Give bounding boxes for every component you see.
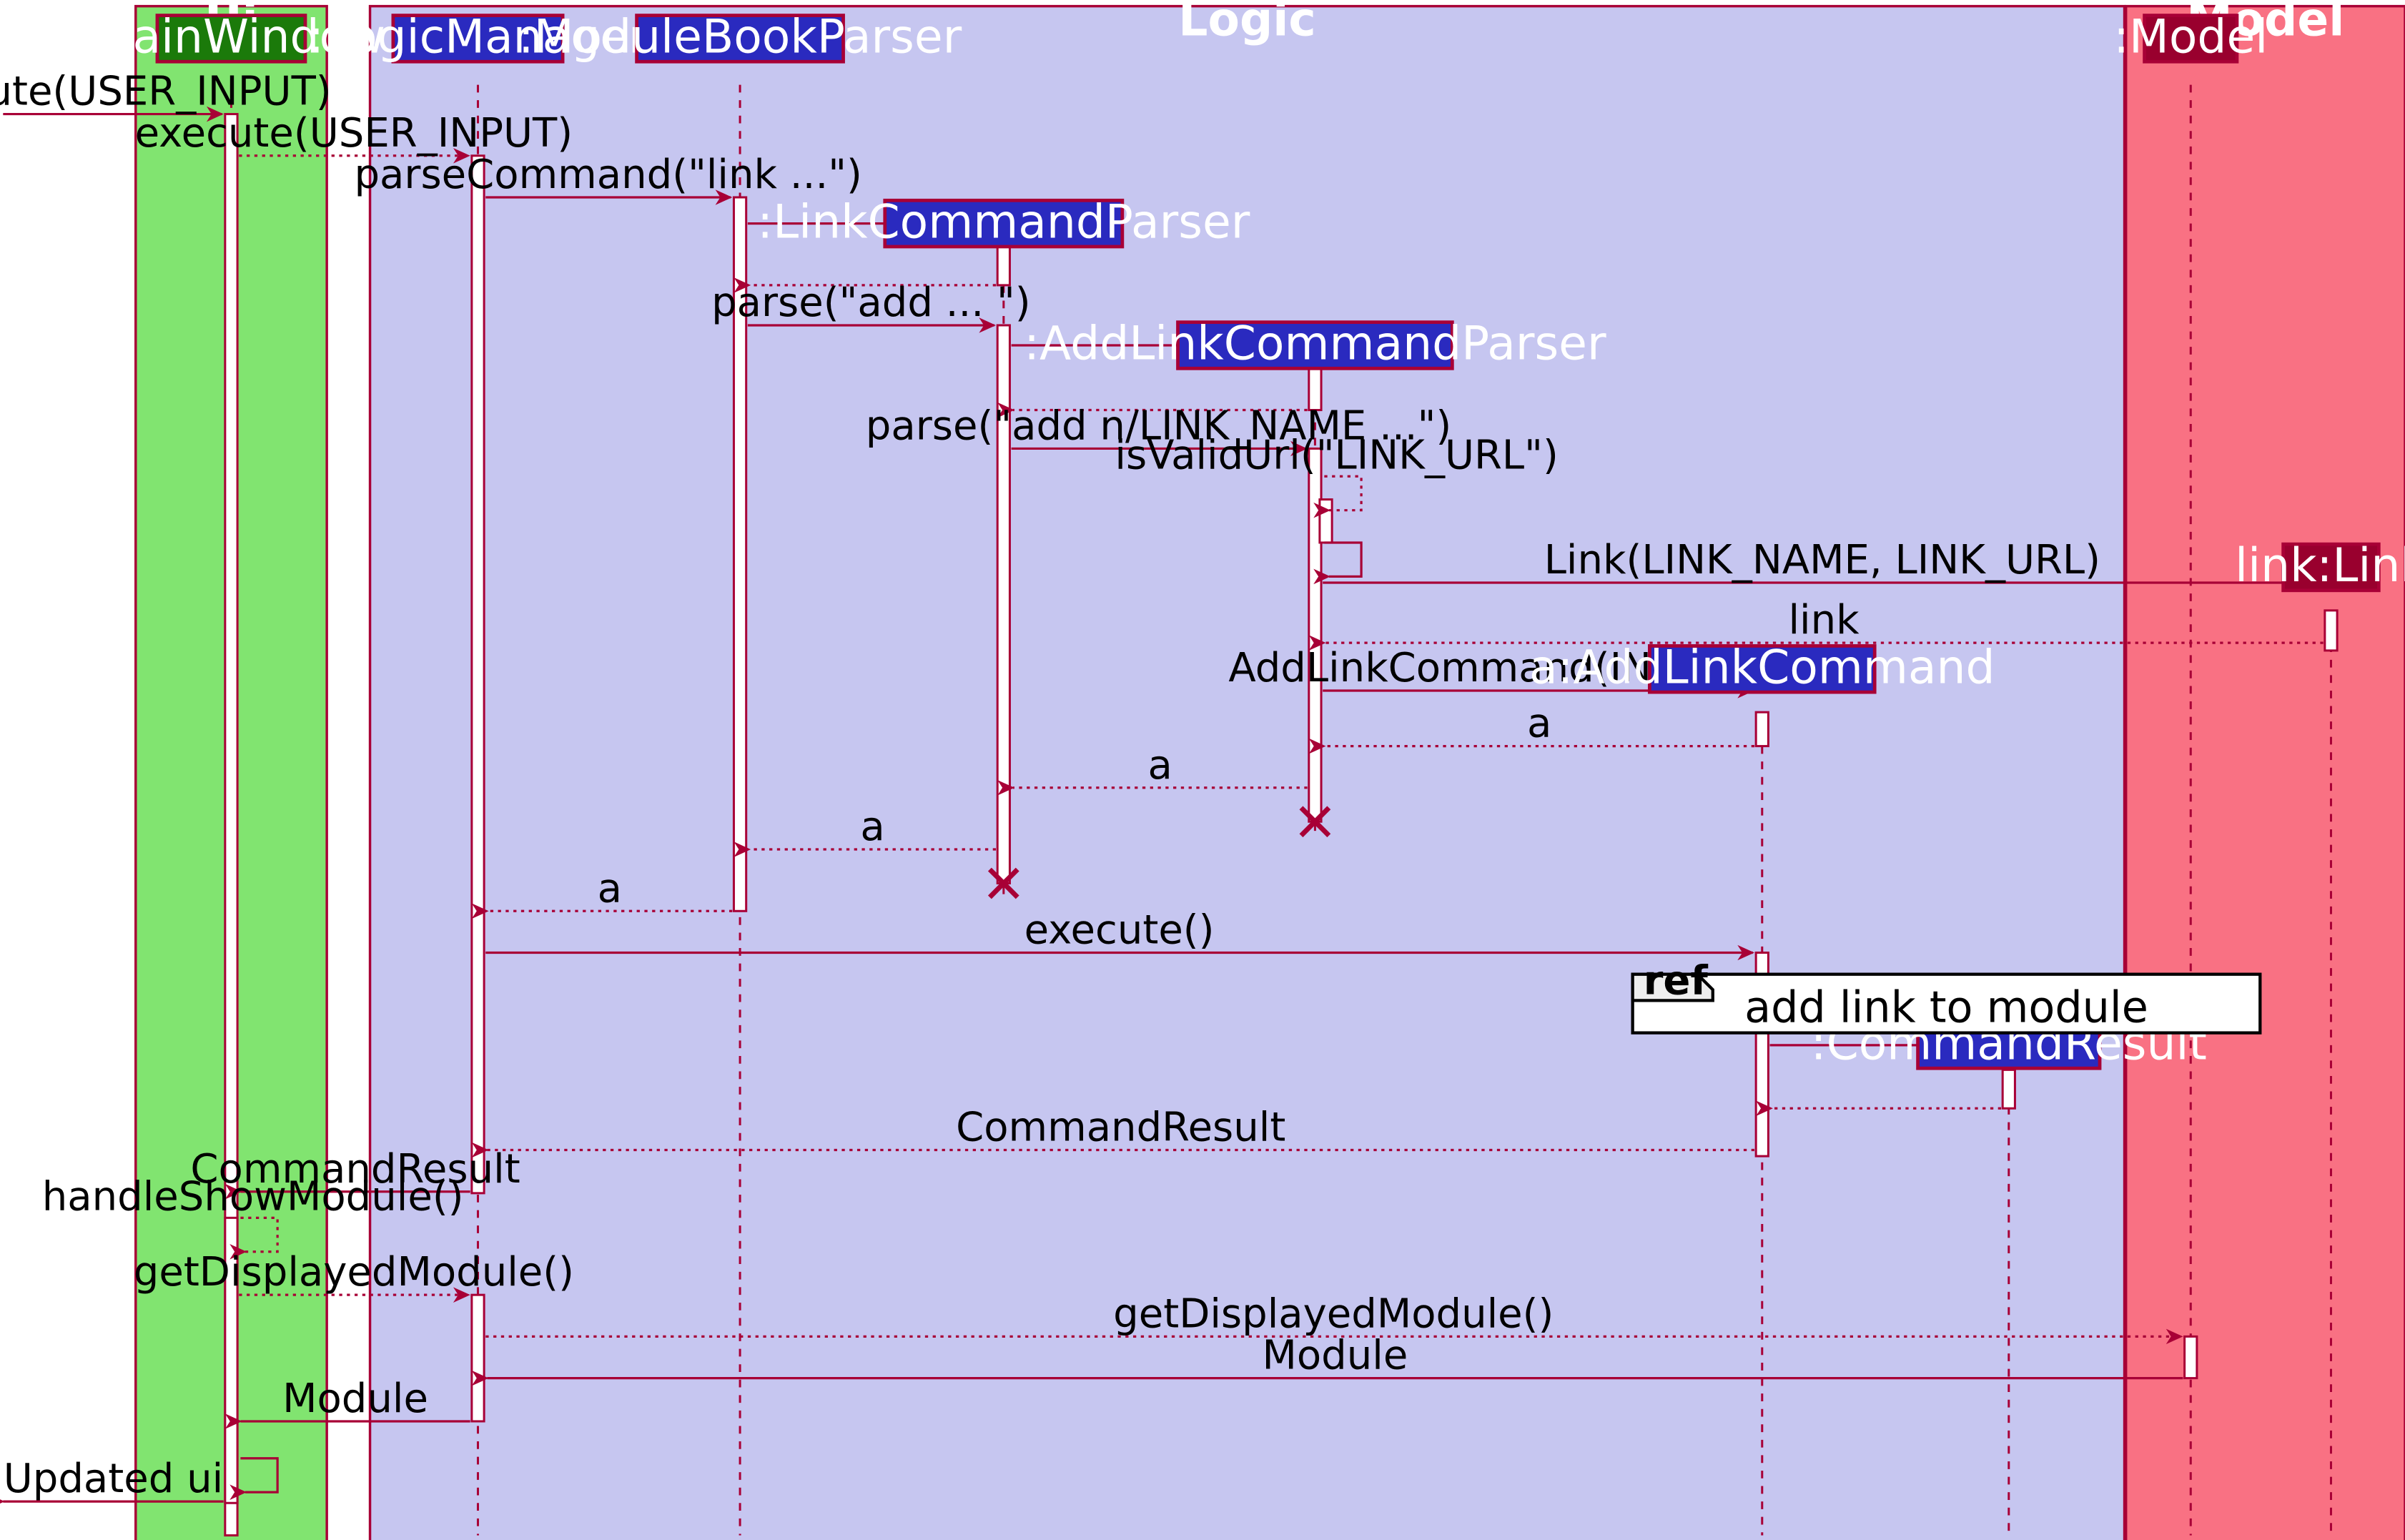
message-label-m2: execute(USER_INPUT) — [135, 110, 573, 157]
participant-label-linkcommandparser: :LinkCommandParser — [757, 195, 1250, 249]
message-label-m13: link — [1788, 597, 1860, 643]
participant-label-addlinkcommand: a:AddLinkCommand — [1529, 641, 1995, 695]
activation-bar-model — [2183, 1335, 2198, 1380]
participant-link[interactable]: link:Link — [2235, 539, 2405, 593]
participant-addlinkcommandparser[interactable]: :AddLinkCommandParser — [1024, 317, 1606, 371]
message-m6: parse("add ... ") — [711, 280, 1031, 333]
participant-label-link: link:Link — [2235, 539, 2405, 593]
message-label-m12: Link(LINK_NAME, LINK_URL) — [1544, 537, 2100, 583]
message-m25: getDisplayedModule() — [134, 1249, 574, 1303]
message-label-m15: a — [1527, 701, 1551, 747]
activation-bar-logicmanager — [470, 1293, 485, 1423]
participant-label-model: :Model — [2113, 11, 2268, 64]
message-label-m16: a — [1148, 742, 1172, 789]
activation-bar-commandresult — [2001, 1068, 2016, 1110]
message-m3: parseCommand("link ...") — [354, 152, 862, 205]
message-m30: Updated ui — [0, 1456, 224, 1509]
message-label-m22: CommandResult — [956, 1105, 1285, 1151]
participant-model[interactable]: :Model — [2113, 11, 2268, 64]
participant-modulebookparser[interactable]: :ModuleBookParser — [518, 11, 962, 64]
message-label-m24: handleShowModule() — [42, 1174, 464, 1220]
activation-bar-link — [2323, 609, 2339, 652]
uml-sequence-diagram: UiLogicModel execute(USER_INPUT)execute(… — [0, 0, 2405, 1540]
ref-fragment-tag: ref — [1644, 958, 1709, 1005]
activation-bar-addlinkcommand — [1754, 711, 1769, 748]
message-label-m6: parse("add ... ") — [711, 280, 1031, 326]
activation-bar-addlinkcommandparser — [1318, 498, 1333, 544]
participant-label-modulebookparser: :ModuleBookParser — [518, 11, 962, 64]
package-label-logic: Logic — [1178, 0, 1315, 47]
package-model: Model — [2124, 0, 2405, 1540]
message-label-m10: isValidUrl("LINK_URL") — [1115, 432, 1558, 478]
activation-bar-logicmanager — [470, 154, 485, 1195]
ref-fragment-body: add link to module — [1744, 983, 2148, 1033]
message-m1: execute(USER_INPUT) — [0, 69, 332, 122]
participant-label-addlinkcommandparser: :AddLinkCommandParser — [1024, 317, 1606, 371]
message-label-m26: getDisplayedModule() — [1113, 1290, 1554, 1337]
message-label-m28: Module — [282, 1376, 428, 1422]
participant-addlinkcommand[interactable]: a:AddLinkCommand — [1529, 641, 1995, 695]
message-label-m19: execute() — [1024, 907, 1215, 954]
message-label-m1: execute(USER_INPUT) — [0, 69, 332, 115]
message-label-m17: a — [860, 804, 884, 850]
message-m2: execute(USER_INPUT) — [135, 110, 573, 164]
message-label-m30: Updated ui — [4, 1456, 223, 1502]
message-label-m25: getDisplayedModule() — [134, 1249, 574, 1295]
message-label-m3: parseCommand("link ...") — [354, 152, 861, 198]
sequence-diagram-canvas: UiLogicModel execute(USER_INPUT)execute(… — [0, 0, 2405, 1540]
message-label-m18: a — [598, 865, 622, 912]
message-label-m27: Module — [1263, 1333, 1408, 1379]
participant-linkcommandparser[interactable]: :LinkCommandParser — [757, 195, 1250, 249]
